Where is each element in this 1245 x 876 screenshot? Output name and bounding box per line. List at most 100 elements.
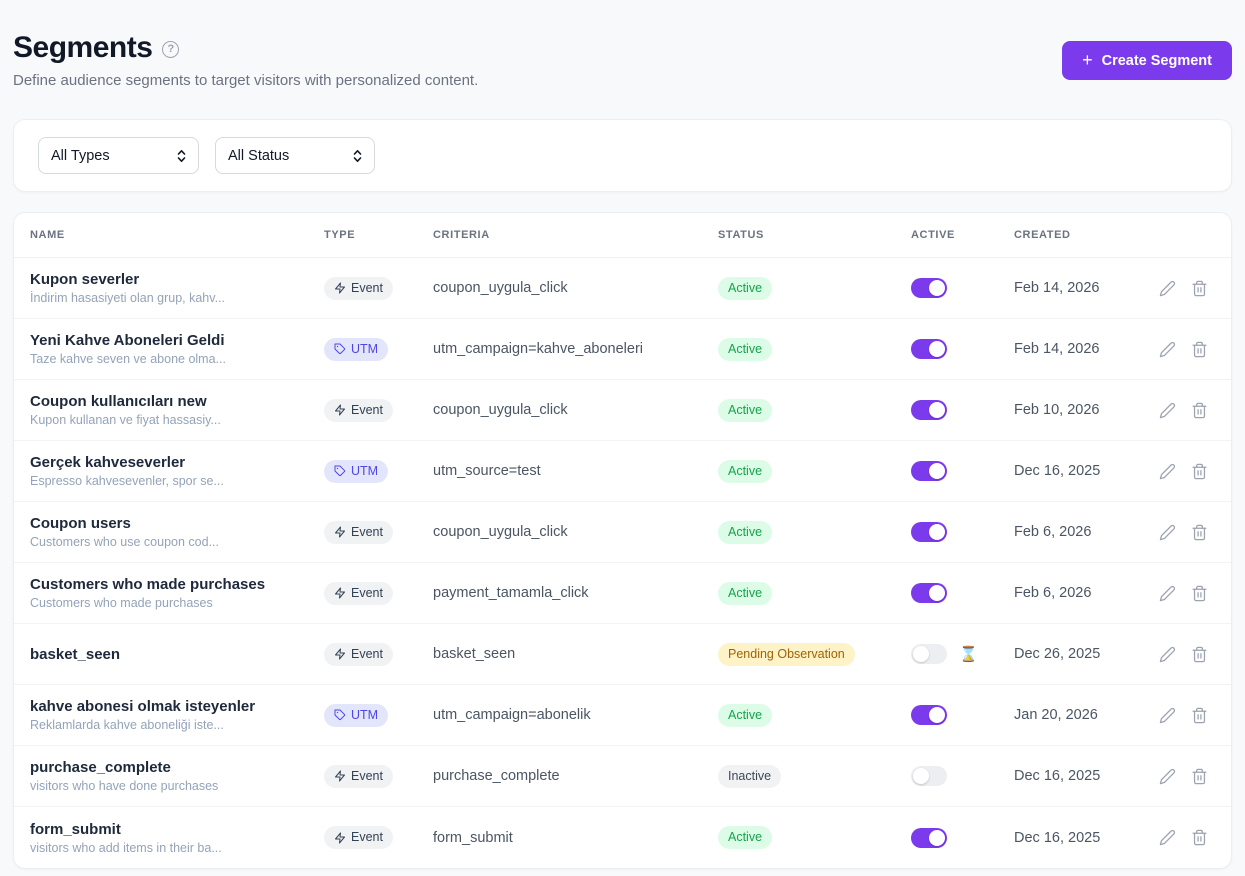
name-cell: basket_seen <box>30 646 324 663</box>
created-cell: Dec 16, 2025 <box>1014 768 1159 784</box>
segment-name: Customers who made purchases <box>30 576 324 593</box>
trash-icon <box>1191 707 1208 724</box>
tag-icon <box>334 343 346 355</box>
active-toggle[interactable] <box>911 400 947 420</box>
active-toggle[interactable] <box>911 583 947 603</box>
edit-button[interactable] <box>1159 646 1176 663</box>
segment-description: Reklamlarda kahve aboneliği iste... <box>30 718 324 732</box>
active-toggle[interactable] <box>911 461 947 481</box>
edit-button[interactable] <box>1159 524 1176 541</box>
create-segment-button[interactable]: + Create Segment <box>1062 41 1232 80</box>
active-toggle[interactable] <box>911 828 947 848</box>
actions-cell <box>1159 524 1215 541</box>
type-filter-value: All Types <box>51 148 110 164</box>
tag-icon <box>334 709 346 721</box>
edit-button[interactable] <box>1159 402 1176 419</box>
edit-button[interactable] <box>1159 585 1176 602</box>
delete-button[interactable] <box>1191 829 1208 846</box>
active-toggle[interactable] <box>911 705 947 725</box>
delete-button[interactable] <box>1191 768 1208 785</box>
status-cell: Active <box>718 704 911 727</box>
actions-cell <box>1159 646 1215 663</box>
toggle-knob <box>913 768 929 784</box>
pencil-icon <box>1159 768 1176 785</box>
criteria-cell: utm_campaign=abonelik <box>433 707 718 723</box>
status-badge: Active <box>718 521 772 544</box>
delete-button[interactable] <box>1191 463 1208 480</box>
edit-button[interactable] <box>1159 829 1176 846</box>
type-badge-label: UTM <box>351 342 378 357</box>
delete-button[interactable] <box>1191 524 1208 541</box>
type-badge: Event <box>324 521 393 544</box>
pencil-icon <box>1159 707 1176 724</box>
delete-button[interactable] <box>1191 707 1208 724</box>
name-cell: Coupon kullanıcıları new Kupon kullanan … <box>30 393 324 427</box>
trash-icon <box>1191 585 1208 602</box>
help-icon[interactable]: ? <box>162 41 179 58</box>
delete-button[interactable] <box>1191 585 1208 602</box>
edit-button[interactable] <box>1159 707 1176 724</box>
tag-icon <box>334 465 346 477</box>
type-badge: UTM <box>324 338 388 361</box>
type-filter-select[interactable]: All Types <box>38 137 199 174</box>
type-badge-label: Event <box>351 525 383 540</box>
status-badge: Active <box>718 338 772 361</box>
edit-button[interactable] <box>1159 463 1176 480</box>
name-cell: purchase_complete visitors who have done… <box>30 759 324 793</box>
active-toggle[interactable] <box>911 339 947 359</box>
segment-name: kahve abonesi olmak isteyenler <box>30 698 324 715</box>
status-cell: Active <box>718 460 911 483</box>
delete-button[interactable] <box>1191 341 1208 358</box>
active-toggle[interactable] <box>911 644 947 664</box>
criteria-cell: utm_source=test <box>433 463 718 479</box>
pencil-icon <box>1159 524 1176 541</box>
table-row: Yeni Kahve Aboneleri Geldi Taze kahve se… <box>14 319 1231 380</box>
active-toggle[interactable] <box>911 278 947 298</box>
trash-icon <box>1191 280 1208 297</box>
edit-button[interactable] <box>1159 768 1176 785</box>
delete-button[interactable] <box>1191 280 1208 297</box>
name-cell: Customers who made purchases Customers w… <box>30 576 324 610</box>
actions-cell <box>1159 402 1215 419</box>
active-cell: ⌛ <box>911 644 1014 664</box>
edit-button[interactable] <box>1159 280 1176 297</box>
status-cell: Active <box>718 338 911 361</box>
col-header-name: Name <box>30 229 324 241</box>
pencil-icon <box>1159 463 1176 480</box>
col-header-type: Type <box>324 229 433 241</box>
status-cell: Active <box>718 521 911 544</box>
segment-name: Coupon users <box>30 515 324 532</box>
type-badge: Event <box>324 826 393 849</box>
pencil-icon <box>1159 646 1176 663</box>
type-badge: UTM <box>324 460 388 483</box>
select-chevrons-icon <box>353 149 362 163</box>
actions-cell <box>1159 463 1215 480</box>
table-body: Kupon severler İndirim hasasiyeti olan g… <box>14 258 1231 868</box>
segment-name: Coupon kullanıcıları new <box>30 393 324 410</box>
delete-button[interactable] <box>1191 646 1208 663</box>
active-toggle[interactable] <box>911 522 947 542</box>
edit-button[interactable] <box>1159 341 1176 358</box>
type-badge: Event <box>324 765 393 788</box>
segment-name: Gerçek kahveseverler <box>30 454 324 471</box>
actions-cell <box>1159 585 1215 602</box>
filter-bar: All Types All Status <box>13 119 1232 192</box>
status-cell: Pending Observation <box>718 643 911 666</box>
type-cell: Event <box>324 765 433 788</box>
segment-description: visitors who have done purchases <box>30 779 324 793</box>
status-filter-select[interactable]: All Status <box>215 137 375 174</box>
toggle-knob <box>929 830 945 846</box>
name-cell: Coupon users Customers who use coupon co… <box>30 515 324 549</box>
name-cell: Yeni Kahve Aboneleri Geldi Taze kahve se… <box>30 332 324 366</box>
col-header-active: Active <box>911 229 1014 241</box>
status-badge: Active <box>718 460 772 483</box>
active-toggle[interactable] <box>911 766 947 786</box>
segment-description: Kupon kullanan ve fiyat hassasiy... <box>30 413 324 427</box>
delete-button[interactable] <box>1191 402 1208 419</box>
segment-name: basket_seen <box>30 646 324 663</box>
zap-icon <box>334 770 346 782</box>
type-cell: UTM <box>324 704 433 727</box>
segment-name: purchase_complete <box>30 759 324 776</box>
trash-icon <box>1191 402 1208 419</box>
table-header-row: Name Type Criteria Status Active Created <box>14 213 1231 258</box>
